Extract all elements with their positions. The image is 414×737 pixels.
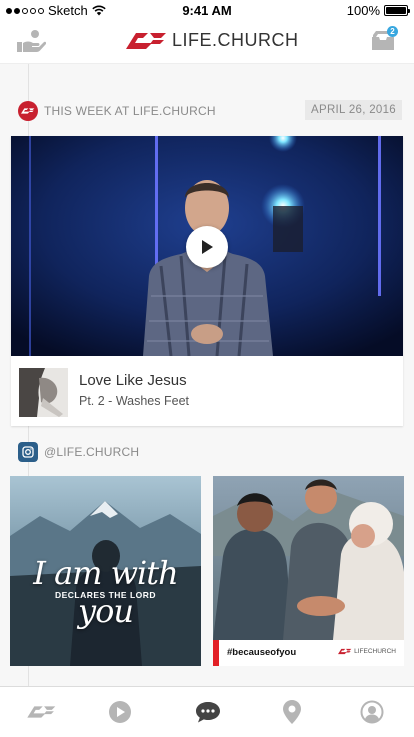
tab-media[interactable] <box>106 699 134 725</box>
tab-profile[interactable] <box>358 699 386 725</box>
chat-icon <box>196 702 220 723</box>
this-week-header: THIS WEEK AT LIFE.CHURCH APRIL 26, 2016 <box>18 100 402 122</box>
instagram-header: @LIFE.CHURCH <box>18 441 402 463</box>
tab-locations[interactable] <box>278 699 306 725</box>
lifechurch-logo-icon <box>338 648 352 655</box>
battery-fill <box>386 7 406 14</box>
section-label: @LIFE.CHURCH <box>44 445 140 459</box>
hashtag-bar: #becauseofyou LIFECHURCH <box>213 640 404 666</box>
photo-brand: LIFECHURCH <box>338 648 396 655</box>
video-title: Love Like Jesus <box>79 372 187 389</box>
video-card[interactable]: Love Like Jesus Pt. 2 - Washes Feet <box>11 136 403 426</box>
video-info[interactable]: Love Like Jesus Pt. 2 - Washes Feet <box>11 356 403 426</box>
lifechurch-logo-icon <box>27 706 56 718</box>
inbox-button[interactable]: 2 <box>370 26 400 54</box>
giving-hand-icon[interactable] <box>16 28 47 54</box>
location-pin-icon <box>283 700 301 724</box>
photo-subcaption: DECLARES THE LORD <box>54 590 157 600</box>
logo-text: LIFE.CHURCH <box>172 30 299 50</box>
lifechurch-badge-icon <box>18 101 38 121</box>
video-subtitle: Pt. 2 - Washes Feet <box>79 394 189 408</box>
battery-icon <box>384 5 410 16</box>
tab-bar <box>0 686 414 737</box>
battery-percent: 100% <box>346 3 380 18</box>
app-screen: Sketch 9:41 AM 100% LIFE.CHURCH 2 THIS W… <box>0 0 414 737</box>
lifechurch-logo[interactable]: LIFE.CHURCH <box>126 30 299 51</box>
lifechurch-logo-icon <box>126 32 166 49</box>
photo-hashtag: #becauseofyou <box>227 647 297 658</box>
profile-icon <box>360 700 384 724</box>
status-bar: Sketch 9:41 AM 100% <box>0 0 414 20</box>
tab-chat[interactable] <box>194 699 222 725</box>
instagram-photo[interactable]: #becauseofyou LIFECHURCH <box>213 476 404 666</box>
nav-bar: LIFE.CHURCH 2 <box>0 20 414 64</box>
video-player[interactable] <box>11 136 403 356</box>
series-thumbnail <box>19 368 68 417</box>
instagram-photo[interactable]: I am with you DECLARES THE LORD <box>10 476 201 666</box>
status-right: 100% <box>346 3 410 18</box>
play-icon <box>202 240 213 254</box>
tab-home[interactable] <box>26 699 58 725</box>
section-label: THIS WEEK AT LIFE.CHURCH <box>44 104 216 118</box>
feed: THIS WEEK AT LIFE.CHURCH APRIL 26, 2016 <box>0 64 414 686</box>
date-badge: APRIL 26, 2016 <box>305 100 402 120</box>
instagram-icon <box>18 442 38 462</box>
inbox-badge: 2 <box>387 26 398 37</box>
play-button[interactable] <box>186 226 228 268</box>
photo-brand-text: LIFECHURCH <box>354 648 396 655</box>
play-icon <box>109 701 131 723</box>
